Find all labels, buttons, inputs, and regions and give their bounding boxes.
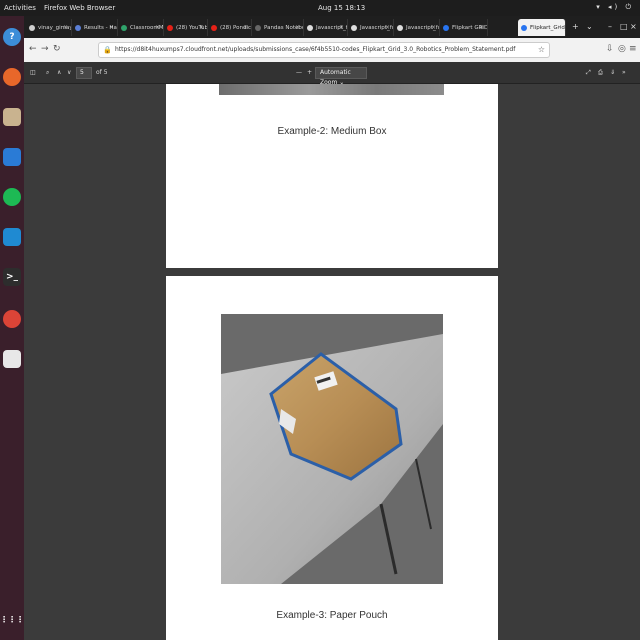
- close-window-icon[interactable]: ×: [630, 22, 637, 31]
- browser-tab[interactable]: Pandas Notebook×: [252, 19, 304, 36]
- clock[interactable]: Aug 15 18:13: [318, 4, 365, 12]
- browser-tab[interactable]: vinay_gimay...×: [26, 19, 72, 36]
- reload-icon[interactable]: ↻: [53, 44, 61, 54]
- minimize-icon[interactable]: –: [608, 22, 612, 31]
- presentation-mode-icon[interactable]: ⤢: [586, 69, 591, 77]
- zoom-in-icon[interactable]: +: [307, 69, 312, 76]
- close-tab-icon[interactable]: ×: [199, 24, 204, 31]
- chrome-icon[interactable]: [3, 310, 21, 328]
- maximize-icon[interactable]: □: [620, 22, 628, 31]
- close-tab-icon[interactable]: ×: [63, 24, 68, 31]
- browser-tab[interactable]: Javascript_fu ×: [394, 19, 440, 36]
- firefox-window: vinay_gimay...×Results - Hai×ClassroomMc…: [24, 16, 640, 640]
- tab-favicon-icon: [167, 24, 173, 31]
- close-tab-icon[interactable]: ×: [109, 24, 114, 31]
- spotify-icon[interactable]: [3, 188, 21, 206]
- print-icon[interactable]: ⎙: [598, 69, 603, 77]
- url-text[interactable]: https://d8it4huxumps7.cloudfront.net/upl…: [115, 46, 515, 53]
- pdf-page-4: Example-2: Medium Box: [166, 84, 498, 268]
- show-apps-icon[interactable]: ⋮⋮⋮: [0, 610, 24, 628]
- browser-tab[interactable]: Javascript_fu ×: [348, 19, 394, 36]
- tab-favicon-icon: [307, 24, 313, 31]
- extensions-icon[interactable]: ⇩: [606, 44, 614, 54]
- pdf-toolbar: ◫ ⌕ ∧ ∨ 5 of 5 — + Automatic Zoom ⌄ ⤢ ⎙ …: [24, 62, 640, 86]
- back-icon[interactable]: ←: [29, 44, 37, 54]
- lock-icon[interactable]: 🔒: [103, 43, 112, 57]
- tools-menu-icon[interactable]: »: [622, 69, 626, 76]
- firefox-icon[interactable]: [3, 68, 21, 86]
- new-tab-icon[interactable]: +: [572, 22, 579, 31]
- app-menu[interactable]: Firefox Web Browser: [44, 4, 115, 12]
- close-tab-icon[interactable]: ×: [243, 24, 248, 31]
- activities-button[interactable]: Activities: [4, 4, 36, 12]
- close-tab-icon[interactable]: ×: [557, 24, 562, 31]
- page-count: of 5: [96, 69, 108, 76]
- pdf-viewer[interactable]: Example-2: Medium Box Example-3: Paper P…: [24, 84, 640, 640]
- tab-favicon-icon: [211, 24, 217, 31]
- tab-favicon-icon: [121, 24, 127, 31]
- vscode-icon[interactable]: [3, 228, 21, 246]
- document-viewer-icon[interactable]: [3, 350, 21, 368]
- close-tab-icon[interactable]: ×: [155, 24, 160, 31]
- system-top-bar: Activities Firefox Web Browser Aug 15 18…: [0, 0, 640, 16]
- close-tab-icon[interactable]: ×: [479, 24, 484, 31]
- medium-box-photo: [219, 84, 444, 95]
- tab-favicon-icon: [75, 24, 81, 31]
- account-icon[interactable]: ◎: [618, 44, 626, 54]
- files-icon[interactable]: [3, 108, 21, 126]
- browser-tab[interactable]: Flipkart_Grid_3.0×: [518, 19, 566, 36]
- pdf-page-5: Example-3: Paper Pouch: [166, 276, 498, 640]
- zoom-out-icon[interactable]: —: [296, 69, 302, 76]
- url-bar[interactable]: 🔒 https://d8it4huxumps7.cloudfront.net/u…: [98, 42, 550, 58]
- tab-favicon-icon: [443, 24, 449, 31]
- tab-favicon-icon: [521, 24, 527, 31]
- browser-tab[interactable]: (28) YouTube ×: [164, 19, 208, 36]
- paper-pouch-photo: [221, 314, 443, 584]
- close-tab-icon[interactable]: ×: [431, 24, 436, 31]
- tab-favicon-icon: [255, 24, 261, 31]
- browser-tab[interactable]: Javascript_fu ×: [304, 19, 348, 36]
- close-tab-icon[interactable]: ×: [339, 24, 344, 31]
- menu-icon[interactable]: ≡: [629, 44, 637, 54]
- browser-tab[interactable]: (28) Pondicl ×: [208, 19, 252, 36]
- writer-icon[interactable]: [3, 148, 21, 166]
- close-tab-icon[interactable]: ×: [385, 24, 390, 31]
- close-tab-icon[interactable]: ×: [295, 24, 300, 31]
- tab-favicon-icon: [397, 24, 403, 31]
- dock: ? >_ ⋮⋮⋮: [0, 16, 24, 640]
- list-tabs-icon[interactable]: ⌄: [586, 22, 593, 31]
- tab-bar: vinay_gimay...×Results - Hai×ClassroomMc…: [24, 16, 640, 38]
- system-status-icons[interactable]: ▾ ◂) ⏻: [596, 3, 634, 12]
- caption-paper-pouch: Example-3: Paper Pouch: [276, 610, 388, 621]
- navigation-toolbar: ← → ↻ 🔒 https://d8it4huxumps7.cloudfront…: [24, 38, 640, 62]
- tab-favicon-icon: [29, 24, 35, 31]
- previous-page-icon[interactable]: ∧: [57, 69, 61, 76]
- browser-tab[interactable]: Flipkart GRiD ×: [440, 19, 488, 36]
- zoom-select[interactable]: Automatic Zoom ⌄: [315, 67, 367, 86]
- browser-tab[interactable]: Results - Hai ×: [72, 19, 118, 36]
- next-page-icon[interactable]: ∨: [67, 69, 71, 76]
- terminal-icon[interactable]: >_: [3, 268, 21, 286]
- sidebar-toggle-icon[interactable]: ◫: [30, 69, 36, 76]
- help-icon[interactable]: ?: [3, 28, 21, 46]
- tab-favicon-icon: [351, 24, 357, 31]
- bookmark-star-icon[interactable]: ☆: [538, 43, 545, 57]
- find-icon[interactable]: ⌕: [46, 69, 49, 77]
- save-icon[interactable]: ⇓: [610, 69, 615, 76]
- page-number-input[interactable]: 5: [76, 67, 92, 79]
- browser-tab[interactable]: ClassroomMcli×: [118, 19, 164, 36]
- caption-medium-box: Example-2: Medium Box: [277, 126, 387, 137]
- forward-icon[interactable]: →: [41, 44, 49, 54]
